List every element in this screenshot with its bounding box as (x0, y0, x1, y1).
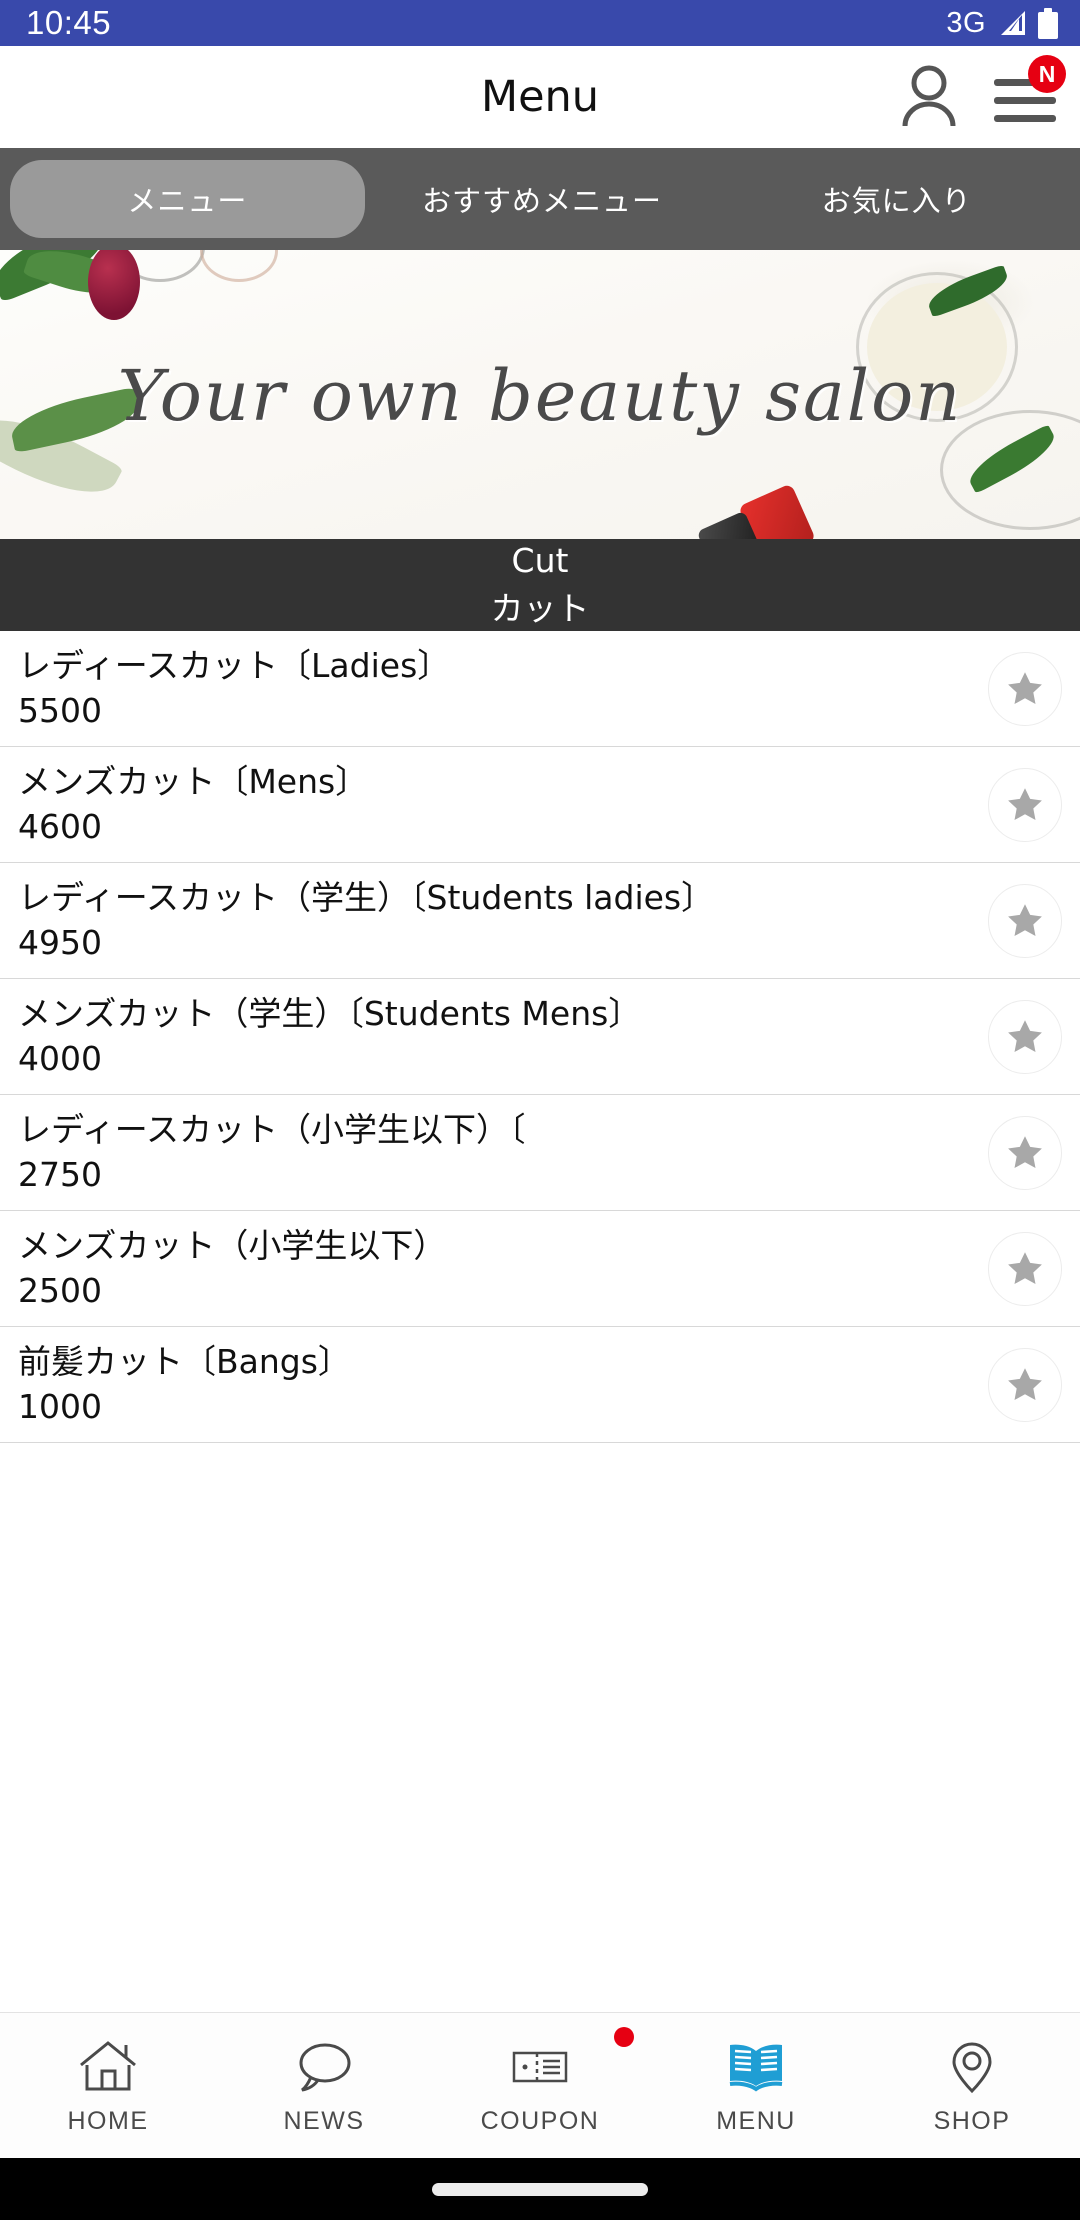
status-indicators: 3G (946, 7, 1058, 40)
menu-item-text: メンズカット（小学生以下） 2500 (18, 1225, 974, 1312)
status-clock: 10:45 (26, 4, 112, 41)
menu-item-price: 4950 (18, 923, 102, 962)
menu-item-text: 前髪カット〔Bangs〕 1000 (18, 1341, 974, 1428)
banner-headline: Your own beauty salon (117, 355, 963, 437)
menu-item-text: レディースカット〔Ladies〕 5500 (18, 645, 974, 732)
menu-item-price: 4600 (18, 807, 102, 846)
nav-label: SHOP (933, 2106, 1011, 2135)
network-type-label: 3G (946, 6, 986, 39)
tab-menu[interactable]: メニュー (10, 160, 365, 238)
menu-item-price: 1000 (18, 1387, 102, 1426)
signal-triangle-icon (997, 9, 1027, 37)
menu-item-name: メンズカット〔Mens〕 (18, 761, 369, 801)
map-pin-icon (941, 2036, 1003, 2098)
favorite-button[interactable] (988, 883, 1062, 958)
nav-item-shop[interactable]: SHOP (864, 2013, 1080, 2158)
star-icon (1008, 1367, 1042, 1400)
menu-item-name: レディースカット（小学生以下）〔 (18, 1109, 526, 1149)
chat-bubble-icon (293, 2036, 355, 2098)
star-icon (1008, 1135, 1042, 1168)
menu-item-name: メンズカット（小学生以下） (18, 1225, 447, 1265)
favorite-button[interactable] (988, 1347, 1062, 1422)
star-icon (1008, 1251, 1042, 1284)
section-header-cut: Cut カット (0, 539, 1080, 631)
list-item[interactable]: レディースカット〔Ladies〕 5500 (0, 631, 1080, 747)
open-book-icon (725, 2036, 787, 2098)
hamburger-menu-button[interactable]: N (994, 55, 1066, 125)
menu-item-name: 前髪カット〔Bangs〕 (18, 1341, 351, 1381)
star-icon (1008, 787, 1042, 820)
menu-item-text: メンズカット〔Mens〕 4600 (18, 761, 974, 848)
notification-dot (614, 2027, 634, 2047)
home-gesture-pill[interactable] (432, 2182, 648, 2196)
list-item[interactable]: レディースカット（小学生以下）〔 2750 (0, 1095, 1080, 1211)
status-bar: 10:45 3G (0, 0, 1080, 46)
nav-item-news[interactable]: NEWS (216, 2013, 432, 2158)
menu-item-name: レディースカット〔Ladies〕 (18, 645, 451, 685)
section-title-jp: カット (490, 588, 590, 628)
tab-bar: メニュー おすすめメニュー お気に入り (0, 148, 1080, 250)
nav-label: NEWS (283, 2106, 365, 2135)
person-icon (902, 65, 956, 126)
menu-item-name: メンズカット（学生）〔Students Mens〕 (18, 993, 642, 1033)
app-bar-actions: N (900, 55, 1066, 131)
menu-item-text: レディースカット（学生）〔Students ladies〕 4950 (18, 877, 974, 964)
nav-item-coupon[interactable]: COUPON (432, 2013, 648, 2158)
salon-banner-image: Your own beauty salon (0, 250, 1080, 539)
list-item[interactable]: メンズカット（小学生以下） 2500 (0, 1211, 1080, 1327)
menu-item-text: レディースカット（小学生以下）〔 2750 (18, 1109, 974, 1196)
nav-label: HOME (67, 2106, 149, 2135)
nav-item-home[interactable]: HOME (0, 2013, 216, 2158)
star-icon (1008, 903, 1042, 936)
bottom-navigation-bar: HOME NEWS COUPON MENU SHOP (0, 2012, 1080, 2158)
nav-item-menu[interactable]: MENU (648, 2013, 864, 2158)
ticket-icon (509, 2036, 571, 2098)
favorite-button[interactable] (988, 767, 1062, 842)
nav-label: COUPON (480, 2106, 600, 2135)
app-bar: Menu N (0, 46, 1080, 148)
favorite-button[interactable] (988, 651, 1062, 726)
nav-label: MENU (716, 2106, 796, 2135)
star-icon (1008, 671, 1042, 704)
tab-favorites[interactable]: お気に入り (719, 160, 1074, 238)
favorite-button[interactable] (988, 1231, 1062, 1306)
menu-item-price: 2750 (18, 1155, 102, 1194)
tab-recommended-menu[interactable]: おすすめメニュー (365, 160, 720, 238)
menu-item-name: レディースカット（学生）〔Students ladies〕 (18, 877, 715, 917)
list-item[interactable]: レディースカット（学生）〔Students ladies〕 4950 (0, 863, 1080, 979)
favorite-button[interactable] (988, 999, 1062, 1074)
menu-item-text: メンズカット（学生）〔Students Mens〕 4000 (18, 993, 974, 1080)
battery-full-icon (1038, 7, 1058, 39)
list-item[interactable]: メンズカット（学生）〔Students Mens〕 4000 (0, 979, 1080, 1095)
star-icon (1008, 1019, 1042, 1052)
section-title-en: Cut (511, 540, 569, 580)
list-item[interactable]: メンズカット〔Mens〕 4600 (0, 747, 1080, 863)
menu-item-price: 5500 (18, 691, 102, 730)
menu-item-price: 4000 (18, 1039, 102, 1078)
home-icon (77, 2036, 139, 2098)
system-gesture-bar (0, 2158, 1080, 2220)
menu-item-price: 2500 (18, 1271, 102, 1310)
status-badge: N (1028, 55, 1066, 93)
list-item[interactable]: 前髪カット〔Bangs〕 1000 (0, 1327, 1080, 1443)
favorite-button[interactable] (988, 1115, 1062, 1190)
account-button[interactable] (900, 64, 958, 131)
menu-item-list: レディースカット〔Ladies〕 5500 メンズカット〔Mens〕 4600 … (0, 631, 1080, 1443)
